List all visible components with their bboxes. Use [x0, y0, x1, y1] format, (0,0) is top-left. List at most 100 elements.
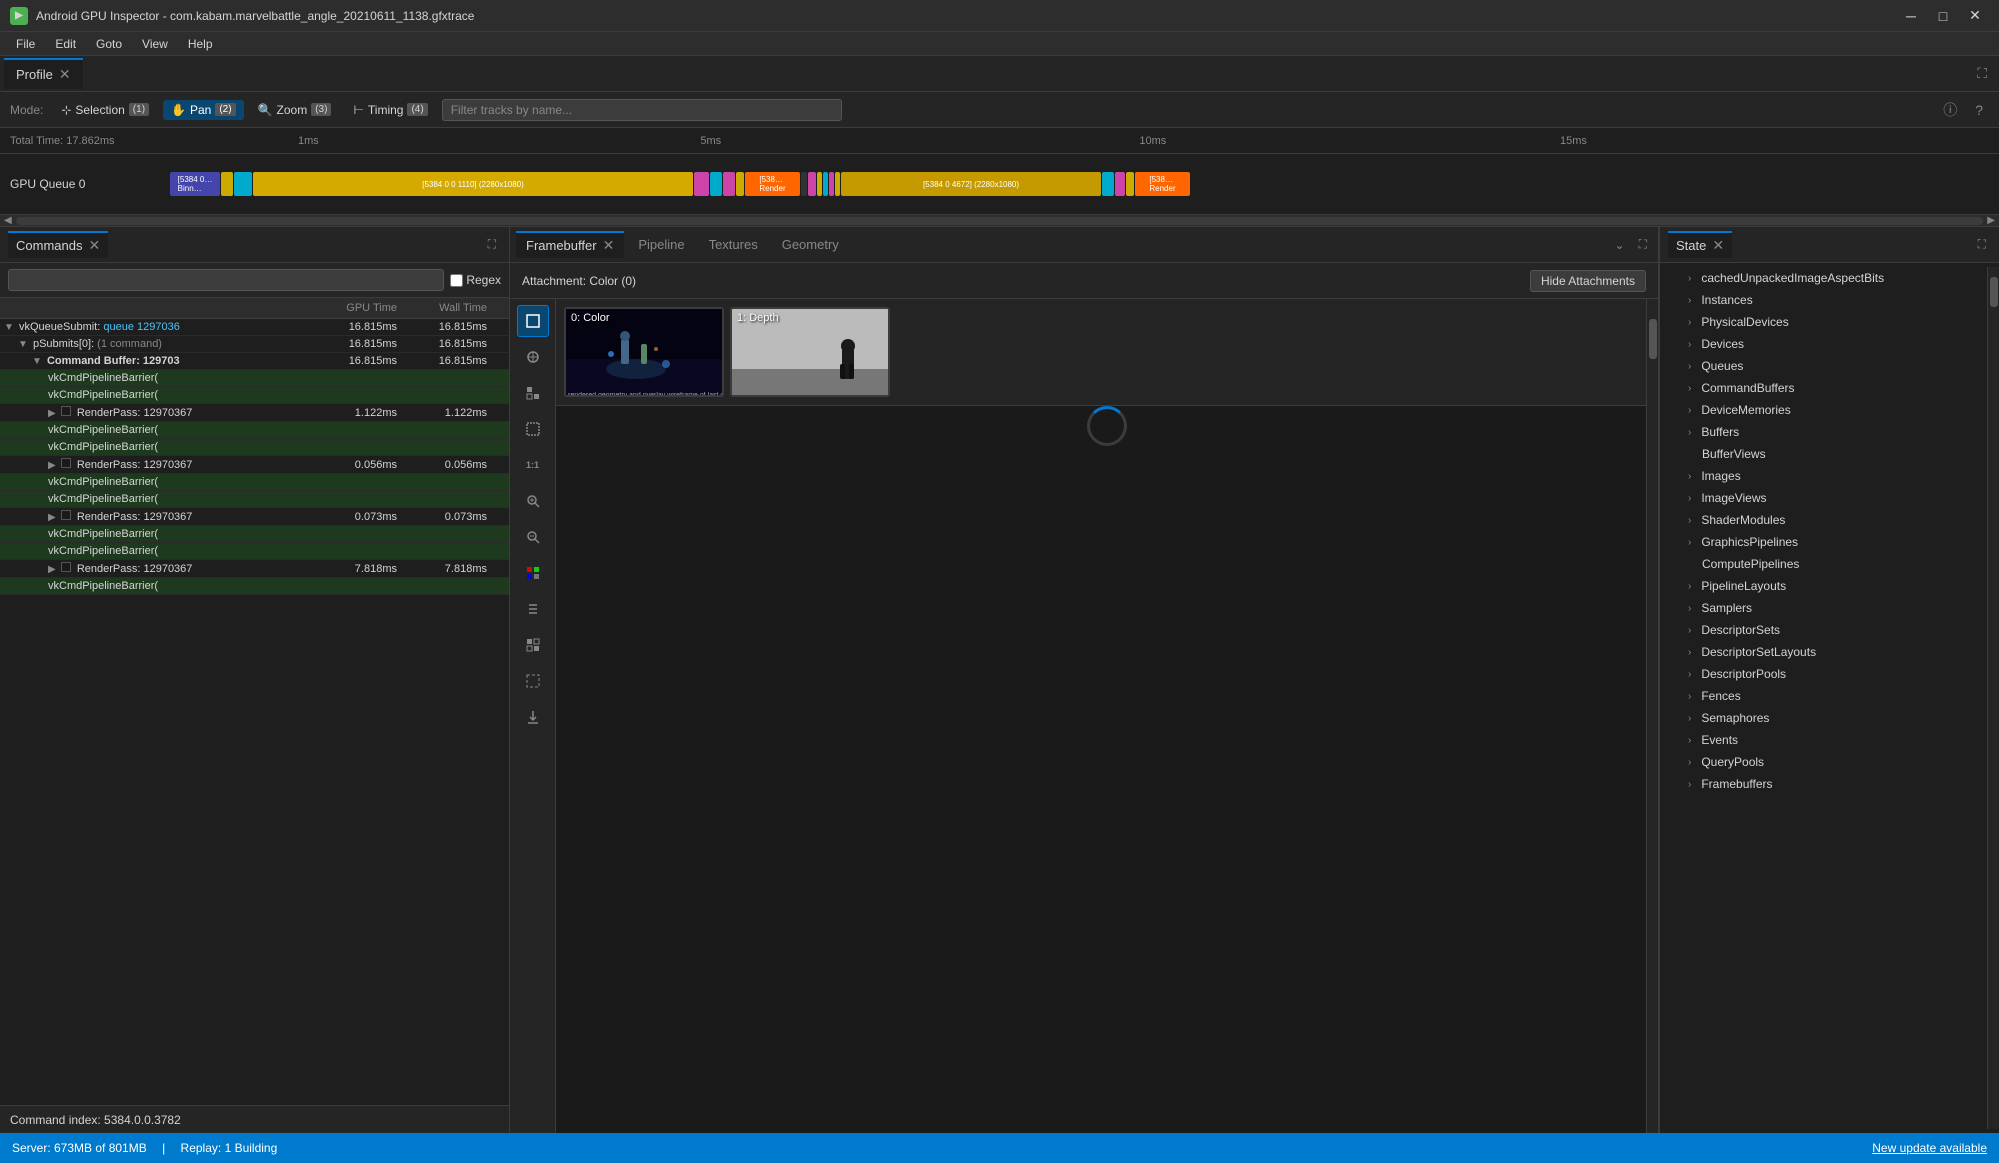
table-row[interactable]: vkCmdPipelineBarrier(: [0, 370, 509, 387]
scroll-right-arrow[interactable]: ▶: [1987, 215, 1995, 226]
selection-view-tool[interactable]: [517, 665, 549, 697]
timeline-scrollbar[interactable]: ◀ ▶: [0, 214, 1999, 226]
profile-expand-button[interactable]: ⛶: [1969, 61, 1995, 86]
framebuffer-view[interactable]: 0: Color: [556, 299, 1658, 1133]
table-row[interactable]: vkCmdPipelineBarrier(: [0, 491, 509, 508]
minimize-button[interactable]: ─: [1897, 7, 1925, 25]
list-item[interactable]: › Events: [1660, 729, 1987, 751]
list-item[interactable]: › Devices: [1660, 333, 1987, 355]
queue-link[interactable]: queue 1297036: [103, 321, 179, 333]
list-item[interactable]: › PhysicalDevices: [1660, 311, 1987, 333]
depth-thumbnail[interactable]: 1: Depth: [730, 307, 890, 397]
table-row[interactable]: ▶ RenderPass: 12970367 0.056ms 0.056ms: [0, 456, 509, 474]
close-button[interactable]: ✕: [1961, 7, 1989, 25]
menu-help[interactable]: Help: [180, 35, 221, 53]
list-item[interactable]: › GraphicsPipelines: [1660, 531, 1987, 553]
list-item[interactable]: › Fences: [1660, 685, 1987, 707]
expand-icon[interactable]: ▶: [48, 408, 56, 419]
regex-checkbox[interactable]: [450, 274, 463, 287]
scroll-left-arrow[interactable]: ◀: [4, 215, 12, 226]
commands-tab-close[interactable]: ✕: [88, 237, 100, 254]
list-item[interactable]: › Images: [1660, 465, 1987, 487]
list-item[interactable]: › Samplers: [1660, 597, 1987, 619]
framebuffer-tab[interactable]: Framebuffer ✕: [516, 231, 624, 258]
state-scrollbar[interactable]: [1987, 267, 1999, 1129]
update-available-link[interactable]: New update available: [1872, 1141, 1987, 1155]
filter-tracks-input[interactable]: [442, 99, 842, 121]
table-row[interactable]: vkCmdPipelineBarrier(: [0, 526, 509, 543]
timing-tool-button[interactable]: ⊢ Timing (4): [345, 100, 435, 120]
expand-icon[interactable]: ▼: [18, 339, 28, 350]
eyedropper-tool[interactable]: [517, 341, 549, 373]
framebuffer-expand-button[interactable]: ⛶: [1634, 235, 1652, 254]
table-row[interactable]: ▼ Command Buffer: 129703 16.815ms 16.815…: [0, 353, 509, 370]
profile-tab-close[interactable]: ✕: [59, 66, 71, 83]
commands-search-input[interactable]: [8, 269, 444, 291]
list-item[interactable]: BufferViews: [1660, 443, 1987, 465]
selection-tool-button[interactable]: ⊹ Selection (1): [53, 100, 157, 120]
pan-tool-button[interactable]: ✋ Pan (2): [163, 100, 244, 120]
menu-goto[interactable]: Goto: [88, 35, 130, 53]
state-list-scroll[interactable]: › cachedUnpackedImageAspectBits › Instan…: [1660, 267, 1987, 1129]
hide-attachments-button[interactable]: Hide Attachments: [1530, 270, 1646, 292]
scroll-track[interactable]: [16, 217, 1984, 225]
state-expand-button[interactable]: ⛶: [1973, 235, 1991, 254]
list-item[interactable]: › Queues: [1660, 355, 1987, 377]
table-row[interactable]: vkCmdPipelineBarrier(: [0, 474, 509, 491]
commands-expand-button[interactable]: ⛶: [483, 235, 501, 254]
menu-file[interactable]: File: [8, 35, 43, 53]
table-row[interactable]: vkCmdPipelineBarrier(: [0, 422, 509, 439]
expand-icon[interactable]: ▶: [48, 564, 56, 575]
expand-icon[interactable]: ▼: [32, 356, 42, 367]
channels-tool[interactable]: [517, 557, 549, 589]
list-item[interactable]: › ShaderModules: [1660, 509, 1987, 531]
geometry-tab[interactable]: Geometry: [772, 233, 849, 256]
maximize-button[interactable]: □: [1929, 7, 1957, 25]
menu-view[interactable]: View: [134, 35, 176, 53]
state-tab[interactable]: State ✕: [1668, 231, 1732, 258]
list-item[interactable]: › DescriptorSets: [1660, 619, 1987, 641]
state-tab-close[interactable]: ✕: [1712, 237, 1724, 254]
palette-tool[interactable]: [517, 593, 549, 625]
list-item[interactable]: › cachedUnpackedImageAspectBits: [1660, 267, 1987, 289]
zoom-out-tool[interactable]: [517, 521, 549, 553]
list-item[interactable]: › QueryPools: [1660, 751, 1987, 773]
select-rect-tool[interactable]: [517, 305, 549, 337]
checker-tool[interactable]: [517, 629, 549, 661]
commands-tab[interactable]: Commands ✕: [8, 231, 108, 258]
pipeline-tab[interactable]: Pipeline: [628, 233, 694, 256]
table-row[interactable]: vkCmdPipelineBarrier(: [0, 387, 509, 404]
table-row[interactable]: ▶ RenderPass: 12970367 1.122ms 1.122ms: [0, 404, 509, 422]
color-thumbnail[interactable]: 0: Color: [564, 307, 724, 397]
table-row[interactable]: ▼ vkQueueSubmit: queue 1297036 16.815ms …: [0, 319, 509, 336]
commands-table[interactable]: ▼ vkQueueSubmit: queue 1297036 16.815ms …: [0, 319, 509, 1105]
expand-icon[interactable]: ▶: [48, 512, 56, 523]
info-button[interactable]: ⓘ: [1937, 98, 1963, 122]
list-item[interactable]: › Framebuffers: [1660, 773, 1987, 795]
list-item[interactable]: › Instances: [1660, 289, 1987, 311]
fit-to-window-tool[interactable]: [517, 413, 549, 445]
list-item[interactable]: › PipelineLayouts: [1660, 575, 1987, 597]
table-row[interactable]: vkCmdPipelineBarrier(: [0, 543, 509, 560]
list-item[interactable]: › DeviceMemories: [1660, 399, 1987, 421]
table-row[interactable]: ▶ RenderPass: 12970367 7.818ms 7.818ms: [0, 560, 509, 578]
list-item[interactable]: › Semaphores: [1660, 707, 1987, 729]
table-row[interactable]: ▶ RenderPass: 12970367 0.073ms 0.073ms: [0, 508, 509, 526]
table-row[interactable]: vkCmdPipelineBarrier(: [0, 439, 509, 456]
download-tool[interactable]: [517, 701, 549, 733]
zoom-tool-button[interactable]: 🔍 Zoom (3): [250, 100, 340, 120]
list-item[interactable]: › DescriptorSetLayouts: [1660, 641, 1987, 663]
table-row[interactable]: vkCmdPipelineBarrier(: [0, 578, 509, 595]
regex-label[interactable]: Regex: [450, 273, 501, 287]
list-item[interactable]: › CommandBuffers: [1660, 377, 1987, 399]
help-button[interactable]: ?: [1969, 98, 1989, 122]
adjust-tool[interactable]: [517, 377, 549, 409]
zoom-in-tool[interactable]: [517, 485, 549, 517]
menu-edit[interactable]: Edit: [47, 35, 84, 53]
state-items-list[interactable]: › cachedUnpackedImageAspectBits › Instan…: [1660, 263, 1999, 1133]
expand-icon[interactable]: ▼: [4, 322, 14, 333]
fb-scroll-right[interactable]: [1646, 299, 1658, 1133]
list-item[interactable]: ComputePipelines: [1660, 553, 1987, 575]
table-row[interactable]: ▼ pSubmits[0]: (1 command) 16.815ms 16.8…: [0, 336, 509, 353]
framebuffer-tab-close[interactable]: ✕: [603, 237, 615, 254]
